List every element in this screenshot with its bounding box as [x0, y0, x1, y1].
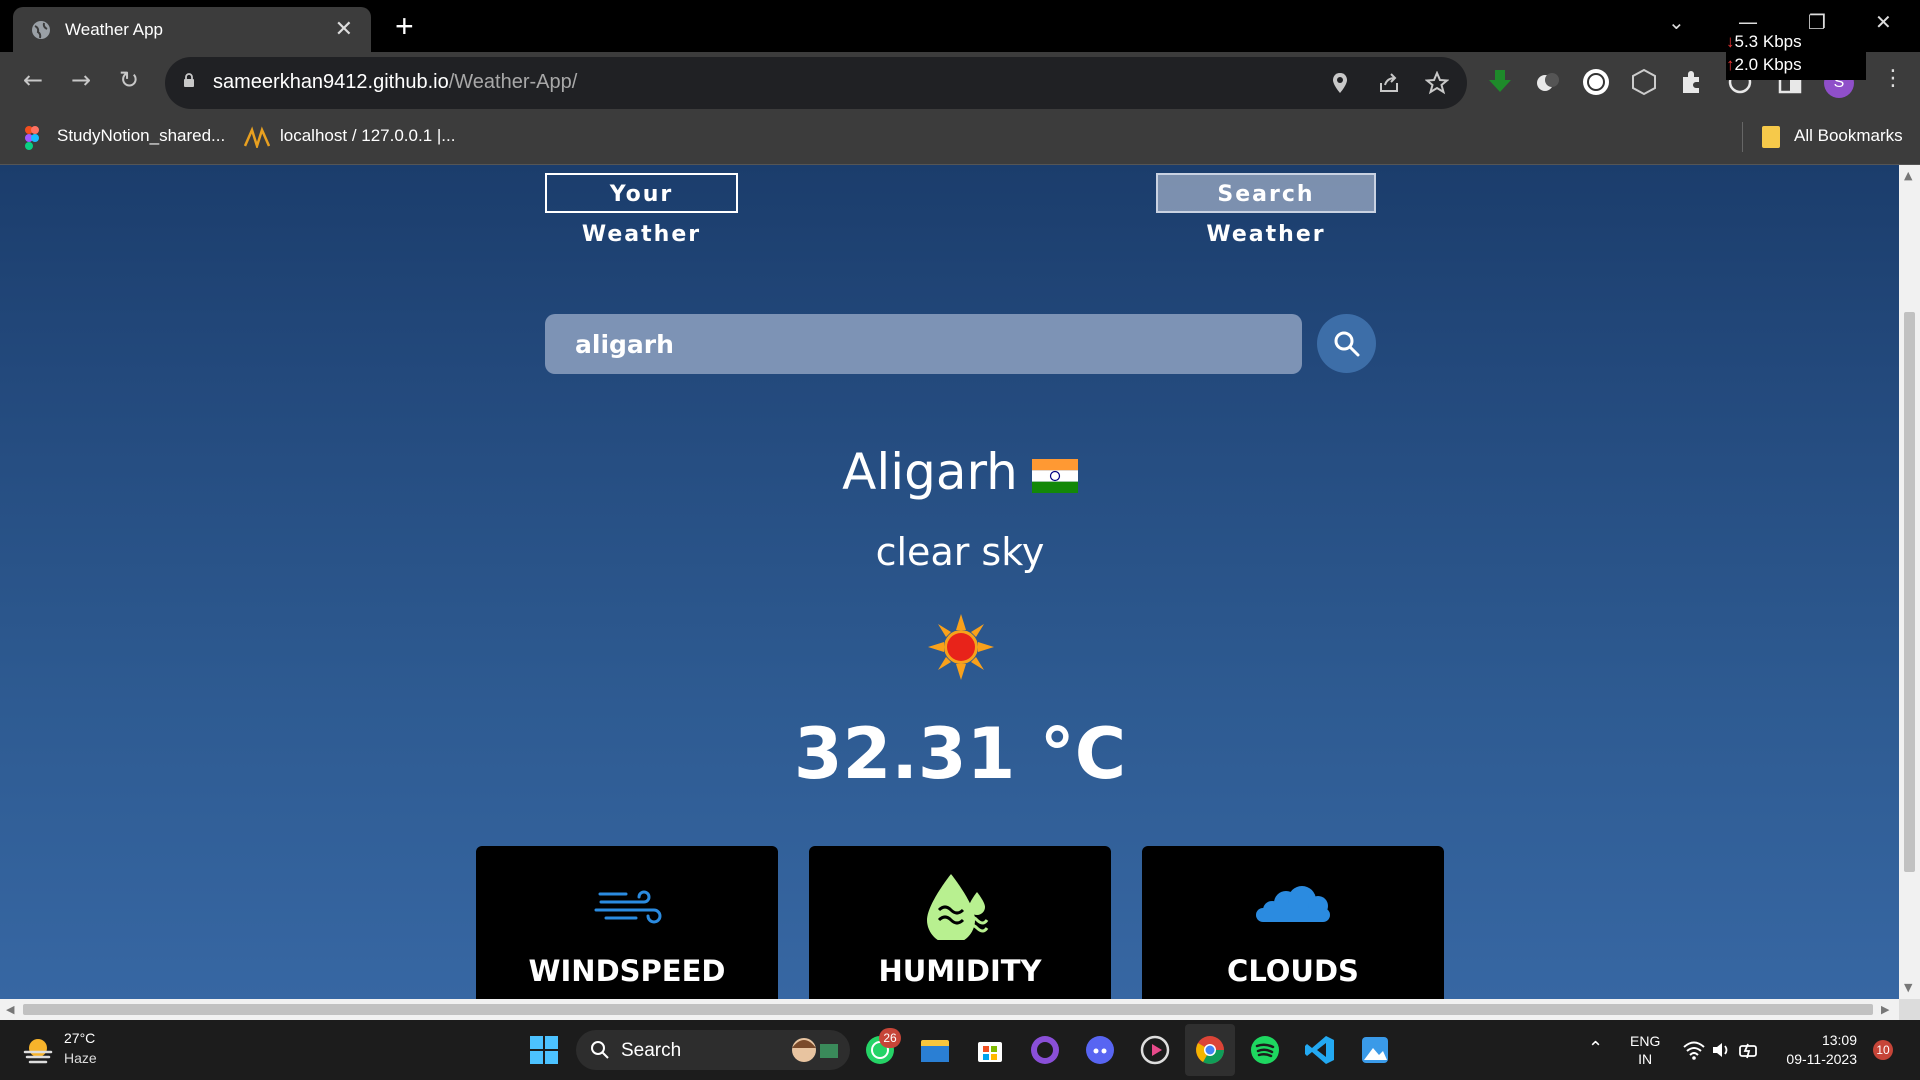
city-heading: Aligarh — [0, 443, 1899, 501]
humidity-label: HUMIDITY — [878, 954, 1042, 988]
taskbar-weather-temp: 27°C — [64, 1030, 96, 1046]
share-icon[interactable] — [1377, 71, 1401, 95]
battery-charging-icon[interactable] — [1738, 1040, 1760, 1060]
horizontal-scrollbar[interactable]: ◀ ▶ — [0, 999, 1899, 1020]
taskbar-search-label: Search — [621, 1040, 682, 1061]
menu-kebab-icon[interactable]: ⋮ — [1882, 66, 1904, 91]
folder-icon — [1762, 126, 1780, 148]
microsoft-store-icon[interactable] — [974, 1034, 1006, 1066]
clouds-card: CLOUDS — [1142, 846, 1444, 999]
location-pin-icon[interactable] — [1328, 71, 1352, 95]
notification-badge[interactable]: 10 — [1873, 1040, 1893, 1060]
clear-sky-sun-icon — [928, 614, 994, 680]
city-search-input[interactable] — [545, 314, 1302, 374]
temperature-value: 32.31 °C — [793, 713, 1127, 795]
cgpt-extension-icon[interactable] — [1630, 68, 1658, 96]
windows-taskbar: 27°C Haze Search 26 ⌃ ENG IN 13:09 09-11… — [0, 1020, 1920, 1080]
net-up: 2.0 Kbps — [1734, 55, 1802, 74]
haze-weather-icon[interactable] — [22, 1034, 54, 1066]
close-tab-icon[interactable]: ✕ — [335, 17, 353, 42]
clock-date: 09-11-2023 — [1786, 1051, 1857, 1067]
extensions-puzzle-icon[interactable] — [1678, 68, 1706, 96]
scrollbar-corner — [1899, 999, 1920, 1020]
download-arrow-icon: ↓ — [1726, 32, 1735, 51]
taskbar-search-box[interactable]: Search — [576, 1030, 850, 1070]
github-desktop-icon[interactable] — [1029, 1034, 1061, 1066]
cloud-icon — [1256, 886, 1330, 922]
back-icon[interactable]: ← — [18, 66, 48, 96]
search-button[interactable] — [1317, 314, 1376, 373]
humidity-icon — [927, 874, 989, 940]
chrome-icon[interactable] — [1194, 1034, 1226, 1066]
lock-icon — [184, 73, 194, 87]
globe-icon — [32, 21, 50, 39]
taskbar-weather-condition: Haze — [64, 1050, 97, 1066]
browser-toolbar: ← → ↻ sameerkhan9412.github.io/Weather-A… — [0, 52, 1920, 112]
url-text: sameerkhan9412.github.io/Weather-App/ — [213, 71, 578, 93]
tab-search-weather[interactable]: Search Weather — [1156, 173, 1376, 247]
forward-icon[interactable]: → — [66, 66, 96, 96]
upload-arrow-icon: ↑ — [1726, 55, 1735, 74]
scroll-left-icon[interactable]: ◀ — [6, 1003, 14, 1016]
weather-app-page: Your Weather Search Weather Aligarh clea… — [0, 165, 1899, 999]
scroll-down-icon[interactable]: ▼ — [1904, 981, 1912, 994]
net-down: 5.3 Kbps — [1734, 32, 1802, 51]
clock[interactable]: 13:09 09-11-2023 — [1777, 1031, 1857, 1069]
reload-icon[interactable]: ↻ — [114, 66, 144, 96]
photos-icon[interactable] — [1359, 1034, 1391, 1066]
bookmark-studynotion[interactable]: StudyNotion_shared... — [57, 126, 225, 146]
lang-bottom: IN — [1638, 1051, 1653, 1067]
humidity-card: HUMIDITY — [809, 846, 1111, 999]
scroll-up-icon[interactable]: ▲ — [1904, 169, 1912, 182]
search-icon — [1334, 331, 1360, 357]
file-explorer-icon[interactable] — [919, 1034, 951, 1066]
clouds-label: CLOUDS — [1227, 954, 1359, 988]
browser-tab[interactable]: Weather App ✕ — [13, 7, 371, 52]
bookmarks-bar: StudyNotion_shared... localhost / 127.0.… — [0, 112, 1920, 165]
vscode-icon[interactable] — [1304, 1034, 1336, 1066]
all-bookmarks[interactable]: All Bookmarks — [1794, 126, 1903, 146]
bookmark-star-icon[interactable] — [1425, 71, 1449, 95]
bookmark-localhost[interactable]: localhost / 127.0.0.1 |... — [280, 126, 455, 146]
weather-description: clear sky — [875, 530, 1045, 574]
bookmarks-divider — [1742, 122, 1743, 152]
scroll-right-icon[interactable]: ▶ — [1881, 1003, 1889, 1016]
vertical-scroll-thumb[interactable] — [1904, 312, 1915, 872]
language-indicator[interactable]: ENG IN — [1630, 1032, 1660, 1068]
tab-your-weather[interactable]: Your Weather — [545, 173, 738, 247]
phpmyadmin-icon — [244, 126, 270, 148]
search-icon — [591, 1041, 609, 1059]
figma-icon — [25, 126, 39, 150]
spotify-icon[interactable] — [1249, 1034, 1281, 1066]
clock-time: 13:09 — [1821, 1032, 1857, 1048]
media-player-icon[interactable] — [1139, 1034, 1171, 1066]
address-bar[interactable]: sameerkhan9412.github.io/Weather-App/ — [165, 57, 1467, 109]
india-flag-icon — [1031, 458, 1078, 493]
wifi-icon[interactable] — [1683, 1040, 1705, 1060]
horizontal-scroll-thumb[interactable] — [23, 1004, 1873, 1015]
extension-icon[interactable] — [1534, 68, 1562, 96]
windspeed-card: WINDSPEED — [476, 846, 778, 999]
extension-circle-icon[interactable] — [1582, 68, 1610, 96]
vertical-scrollbar[interactable]: ▲ ▼ — [1899, 165, 1920, 999]
volume-icon[interactable] — [1711, 1040, 1731, 1060]
new-tab-button[interactable]: + — [395, 8, 414, 45]
tab-title: Weather App — [65, 20, 163, 39]
discord-icon[interactable] — [1084, 1034, 1116, 1066]
network-speed-widget: ↓5.3 Kbps ↑2.0 Kbps — [1726, 30, 1866, 80]
whatsapp-badge: 26 — [879, 1028, 901, 1048]
wind-icon — [594, 890, 662, 924]
city-name: Aligarh — [842, 443, 1018, 501]
show-hidden-icons-chevron-icon[interactable]: ⌃ — [1588, 1038, 1603, 1059]
search-highlight-illustration-icon — [792, 1038, 838, 1062]
windspeed-label: WINDSPEED — [528, 954, 726, 988]
lang-top: ENG — [1630, 1033, 1661, 1049]
windows-start-icon[interactable] — [528, 1034, 560, 1066]
browser-tabbar: Weather App ✕ + ⌄ — ❐ ✕ — [0, 0, 1920, 52]
download-extension-icon[interactable] — [1486, 68, 1514, 96]
tab-search-chevron-icon[interactable]: ⌄ — [1668, 10, 1685, 34]
close-window-icon[interactable]: ✕ — [1875, 10, 1892, 34]
